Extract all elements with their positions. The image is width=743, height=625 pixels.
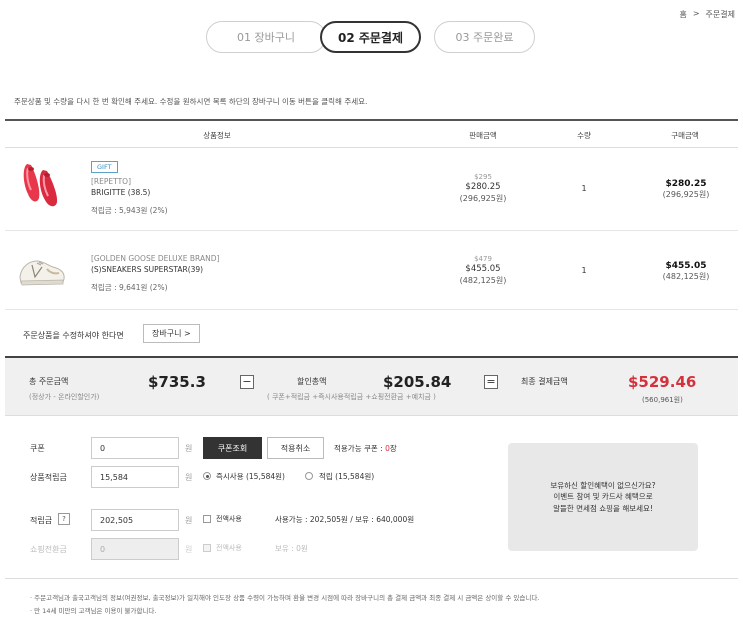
step-checkout: 02 주문결제 [320,21,421,53]
coupon-cancel-button[interactable]: 적용취소 [267,437,324,459]
discount-value: $205.84 [383,373,452,391]
quantity: 1 [581,266,587,275]
available-coupons-label: 적용가능 쿠폰 : [334,444,386,453]
product-image-flats[interactable] [19,158,65,210]
promo-box: 보유하신 할인혜택이 없으신가요? 이벤트 참여 및 카드사 혜택으로 알뜰한 … [508,443,698,551]
total-order-label: 총 주문금액 [29,377,69,386]
points-use-all-label[interactable]: 전액사용 [216,514,242,524]
product-info: [GOLDEN GOOSE DELUXE BRAND] (S)SNEAKERS … [91,254,219,293]
order-notice: 주문상품 및 수량을 다시 한 번 확인해 주세요. 수정을 원하시면 목록 하… [14,97,368,106]
final-payment-label: 최종 결제금액 [521,377,568,386]
coupon-label: 쿠폰 [30,444,45,453]
points-use-all-checkbox[interactable] [203,515,211,523]
points-unit: 원 [185,516,193,525]
final-payment-krw: (560,961원) [642,396,683,404]
quantity: 1 [581,184,587,193]
original-price: $295 [474,173,492,181]
final-payment-value: $529.46 [628,373,697,391]
coupon-input[interactable]: 0 [91,437,179,459]
product-points-unit: 원 [185,473,193,482]
header-sale-price: 판매금액 [469,131,497,140]
purchase-cell: $280.25 (296,925원) [663,178,710,201]
total-order-subtext: (정상가 - 온라인할인가) [29,393,100,401]
promo-line-3: 알뜰한 면세점 쇼핑을 해보세요! [553,503,653,513]
equals-icon: = [484,375,498,389]
points-label: 적립금 [30,516,53,525]
purchase-cell: $455.05 (482,125원) [663,260,710,283]
breadcrumb-current: 주문결제 [705,10,735,19]
points-input[interactable]: 202,505 [91,509,179,531]
product-points-input[interactable]: 15,584 [91,466,179,488]
shopping-credit-info: 보유 : 0원 [275,544,308,553]
purchase-price-krw: (296,925원) [662,190,710,200]
accumulate-radio[interactable] [305,472,313,480]
product-points: 적립금 : 5,943원 (2%) [91,206,168,215]
footnote-exchange-rate: · 주문고객님과 출국고객님의 정보(여권정보, 출국정보)가 일치해야 인도장… [30,594,540,602]
product-brand[interactable]: [GOLDEN GOOSE DELUXE BRAND] [91,254,219,263]
discount-label: 할인총액 [297,377,327,386]
instant-use-radio[interactable] [203,472,211,480]
sale-price-krw: (482,125원) [459,275,507,285]
minus-icon: − [240,375,254,389]
coupon-search-button[interactable]: 쿠폰조회 [203,437,262,459]
shopping-use-all-checkbox [203,544,211,552]
header-purchase: 구매금액 [671,131,699,140]
product-brand[interactable]: [REPETTO] [91,177,168,186]
instant-use-label[interactable]: 즉시사용 (15,584원) [216,471,285,482]
gift-badge: GIFT [91,161,118,173]
purchase-price-krw: (482,125원) [662,272,710,282]
modify-order-text: 주문상품을 수정하셔야 한다면 [23,331,124,340]
sale-price-cell: $479 $455.05 (482,125원) [460,255,507,287]
product-name[interactable]: (S)SNEAKERS SUPERSTAR(39) [91,265,219,274]
step-complete: 03 주문완료 [434,21,535,53]
product-name[interactable]: BRIGITTE (38.5) [91,188,168,197]
footnote-age-limit: · 만 14세 미만의 고객님은 이용이 불가합니다. [30,607,157,615]
header-qty: 수량 [577,131,591,140]
sale-price-krw: (296,925원) [459,193,507,203]
product-image-sneakers[interactable] [17,253,67,287]
breadcrumb: 홈 > 주문결제 [679,9,735,20]
points-info: 사용가능 : 202,505원 / 보유 : 640,000원 [275,515,415,524]
payment-summary: 총 주문금액 (정상가 - 온라인할인가) $735.3 − 할인총액 ( 쿠폰… [5,356,738,416]
original-price: $479 [474,255,492,263]
available-coupons-unit: 장 [389,444,397,453]
purchase-price: $280.25 [665,179,707,189]
product-info: GIFT [REPETTO] BRIGITTE (38.5) 적립금 : 5,9… [91,161,168,216]
header-product: 상품정보 [203,131,231,140]
sale-price-cell: $295 $280.25 (296,925원) [460,173,507,205]
table-row: GIFT [REPETTO] BRIGITTE (38.5) 적립금 : 5,9… [5,148,738,231]
accumulate-label[interactable]: 적립 (15,584원) [319,471,374,482]
shopping-credit-label: 쇼핑전환금 [30,545,67,554]
available-coupons: 적용가능 쿠폰 : 0장 [334,443,397,454]
discount-subtext: ( 쿠폰+적립금 +즉시사용적립금 +쇼핑전환금 +예치금 ) [267,393,436,401]
sale-price: $455.05 [465,264,501,275]
purchase-price: $455.05 [665,261,707,271]
breadcrumb-separator: > [692,9,700,18]
promo-line-1: 보유하신 할인혜택이 없으신가요? [550,481,656,491]
shopping-credit-input: 0 [91,538,179,560]
sale-price: $280.25 [465,182,501,193]
promo-line-2: 이벤트 참여 및 카드사 혜택으로 [553,492,653,502]
shopping-use-all-label: 전액사용 [216,544,242,552]
coupon-unit: 원 [185,444,193,453]
go-to-cart-button[interactable]: 장바구니 > [143,324,200,343]
help-icon[interactable]: ? [58,513,70,525]
step-cart: 01 장바구니 [206,21,326,53]
total-order-value: $735.3 [148,373,206,391]
shopping-credit-unit: 원 [185,545,193,554]
product-points-label: 상품적립금 [30,473,67,482]
breadcrumb-home[interactable]: 홈 [679,9,686,20]
footnotes [5,578,738,579]
table-header: 상품정보 판매금액 수량 구매금액 [5,119,738,148]
table-row: [GOLDEN GOOSE DELUXE BRAND] (S)SNEAKERS … [5,231,738,310]
product-points: 적립금 : 9,641원 (2%) [91,283,168,292]
